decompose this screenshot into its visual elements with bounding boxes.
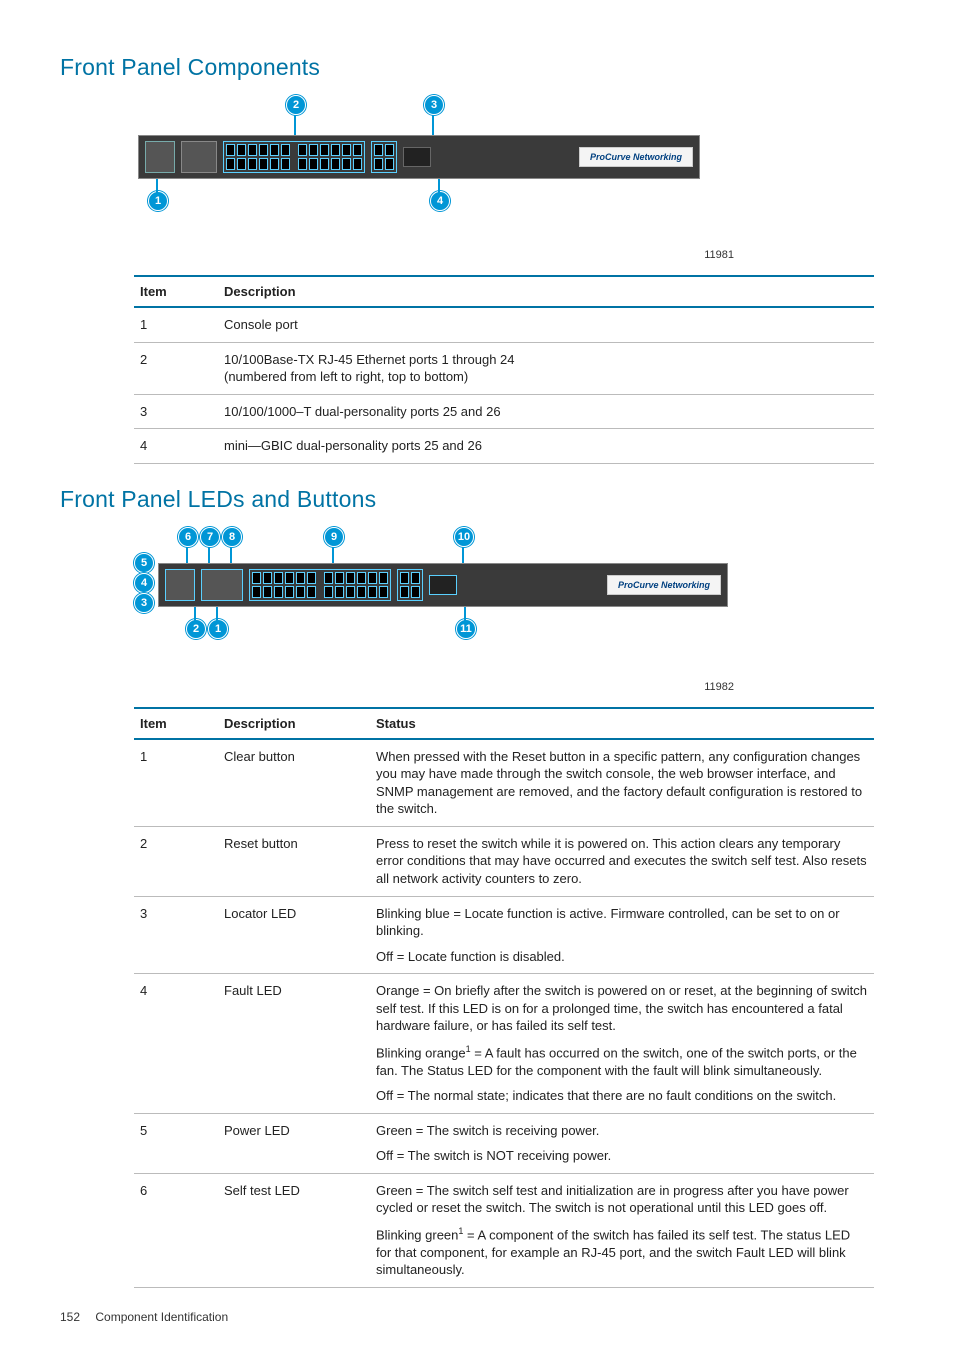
callout-10: 10 xyxy=(454,527,474,547)
cell-status: Green = The switch is receiving power.Of… xyxy=(370,1113,874,1173)
callout-6: 6 xyxy=(178,527,198,547)
callout-9: 9 xyxy=(324,527,344,547)
table-row: 2Reset buttonPress to reset the switch w… xyxy=(134,826,874,896)
th-status: Status xyxy=(370,708,874,739)
cell-status: Orange = On briefly after the switch is … xyxy=(370,974,874,1114)
table-row: 4Fault LEDOrange = On briefly after the … xyxy=(134,974,874,1114)
th-item: Item xyxy=(134,708,218,739)
figure-front-panel-leds: 6 7 8 9 10 5 4 3 ProCurve Networking 2 1… xyxy=(134,527,894,693)
cell-description: Reset button xyxy=(218,826,370,896)
table-row: 310/100/1000–T dual-personality ports 25… xyxy=(134,394,874,429)
callout-3: 3 xyxy=(134,593,154,613)
callout-4: 4 xyxy=(134,573,154,593)
brand-label: ProCurve Networking xyxy=(607,575,721,595)
cell-description: Fault LED xyxy=(218,974,370,1114)
cell-item: 4 xyxy=(134,429,218,464)
figure-id: 11982 xyxy=(134,681,734,693)
cell-item: 3 xyxy=(134,896,218,974)
table-row: 6Self test LEDGreen = The switch self te… xyxy=(134,1173,874,1287)
cell-status: When pressed with the Reset button in a … xyxy=(370,739,874,827)
callout-5: 5 xyxy=(134,553,154,573)
callout-1: 1 xyxy=(208,619,228,639)
cell-description: 10/100Base-TX RJ-45 Ethernet ports 1 thr… xyxy=(218,342,874,394)
callout-4: 4 xyxy=(430,191,450,211)
table-row: 1Clear buttonWhen pressed with the Reset… xyxy=(134,739,874,827)
callout-1: 1 xyxy=(148,191,168,211)
leds-table: Item Description Status 1Clear buttonWhe… xyxy=(134,707,874,1288)
cell-description: Self test LED xyxy=(218,1173,370,1287)
table-row: 3Locator LEDBlinking blue = Locate funct… xyxy=(134,896,874,974)
cell-status: Green = The switch self test and initial… xyxy=(370,1173,874,1287)
cell-description: Clear button xyxy=(218,739,370,827)
callout-8: 8 xyxy=(222,527,242,547)
cell-item: 2 xyxy=(134,342,218,394)
cell-description: Power LED xyxy=(218,1113,370,1173)
th-description: Description xyxy=(218,276,874,307)
cell-description: Console port xyxy=(218,307,874,342)
callout-2: 2 xyxy=(186,619,206,639)
section-heading: Front Panel Components xyxy=(60,54,894,81)
cell-item: 6 xyxy=(134,1173,218,1287)
cell-item: 4 xyxy=(134,974,218,1114)
cell-item: 3 xyxy=(134,394,218,429)
callout-3: 3 xyxy=(424,95,444,115)
cell-item: 1 xyxy=(134,307,218,342)
cell-status: Blinking blue = Locate function is activ… xyxy=(370,896,874,974)
cell-description: 10/100/1000–T dual-personality ports 25 … xyxy=(218,394,874,429)
page-number: 152 xyxy=(60,1310,80,1324)
section-heading: Front Panel LEDs and Buttons xyxy=(60,486,894,513)
page-footer: 152 Component Identification xyxy=(60,1310,894,1324)
callout-2: 2 xyxy=(286,95,306,115)
table-row: 1Console port xyxy=(134,307,874,342)
components-table: Item Description 1Console port210/100Bas… xyxy=(134,275,874,464)
cell-status: Press to reset the switch while it is po… xyxy=(370,826,874,896)
table-row: 5Power LEDGreen = The switch is receivin… xyxy=(134,1113,874,1173)
table-row: 210/100Base-TX RJ-45 Ethernet ports 1 th… xyxy=(134,342,874,394)
cell-description: mini—GBIC dual-personality ports 25 and … xyxy=(218,429,874,464)
cell-item: 1 xyxy=(134,739,218,827)
th-item: Item xyxy=(134,276,218,307)
brand-label: ProCurve Networking xyxy=(579,147,693,167)
cell-item: 2 xyxy=(134,826,218,896)
callout-11: 11 xyxy=(456,619,476,639)
footer-section: Component Identification xyxy=(95,1310,228,1324)
cell-description: Locator LED xyxy=(218,896,370,974)
callout-7: 7 xyxy=(200,527,220,547)
th-description: Description xyxy=(218,708,370,739)
table-row: 4mini—GBIC dual-personality ports 25 and… xyxy=(134,429,874,464)
cell-item: 5 xyxy=(134,1113,218,1173)
figure-id: 11981 xyxy=(134,249,734,261)
figure-front-panel-components: 2 3 ProCurve Networking 1 4 11981 xyxy=(134,95,894,261)
